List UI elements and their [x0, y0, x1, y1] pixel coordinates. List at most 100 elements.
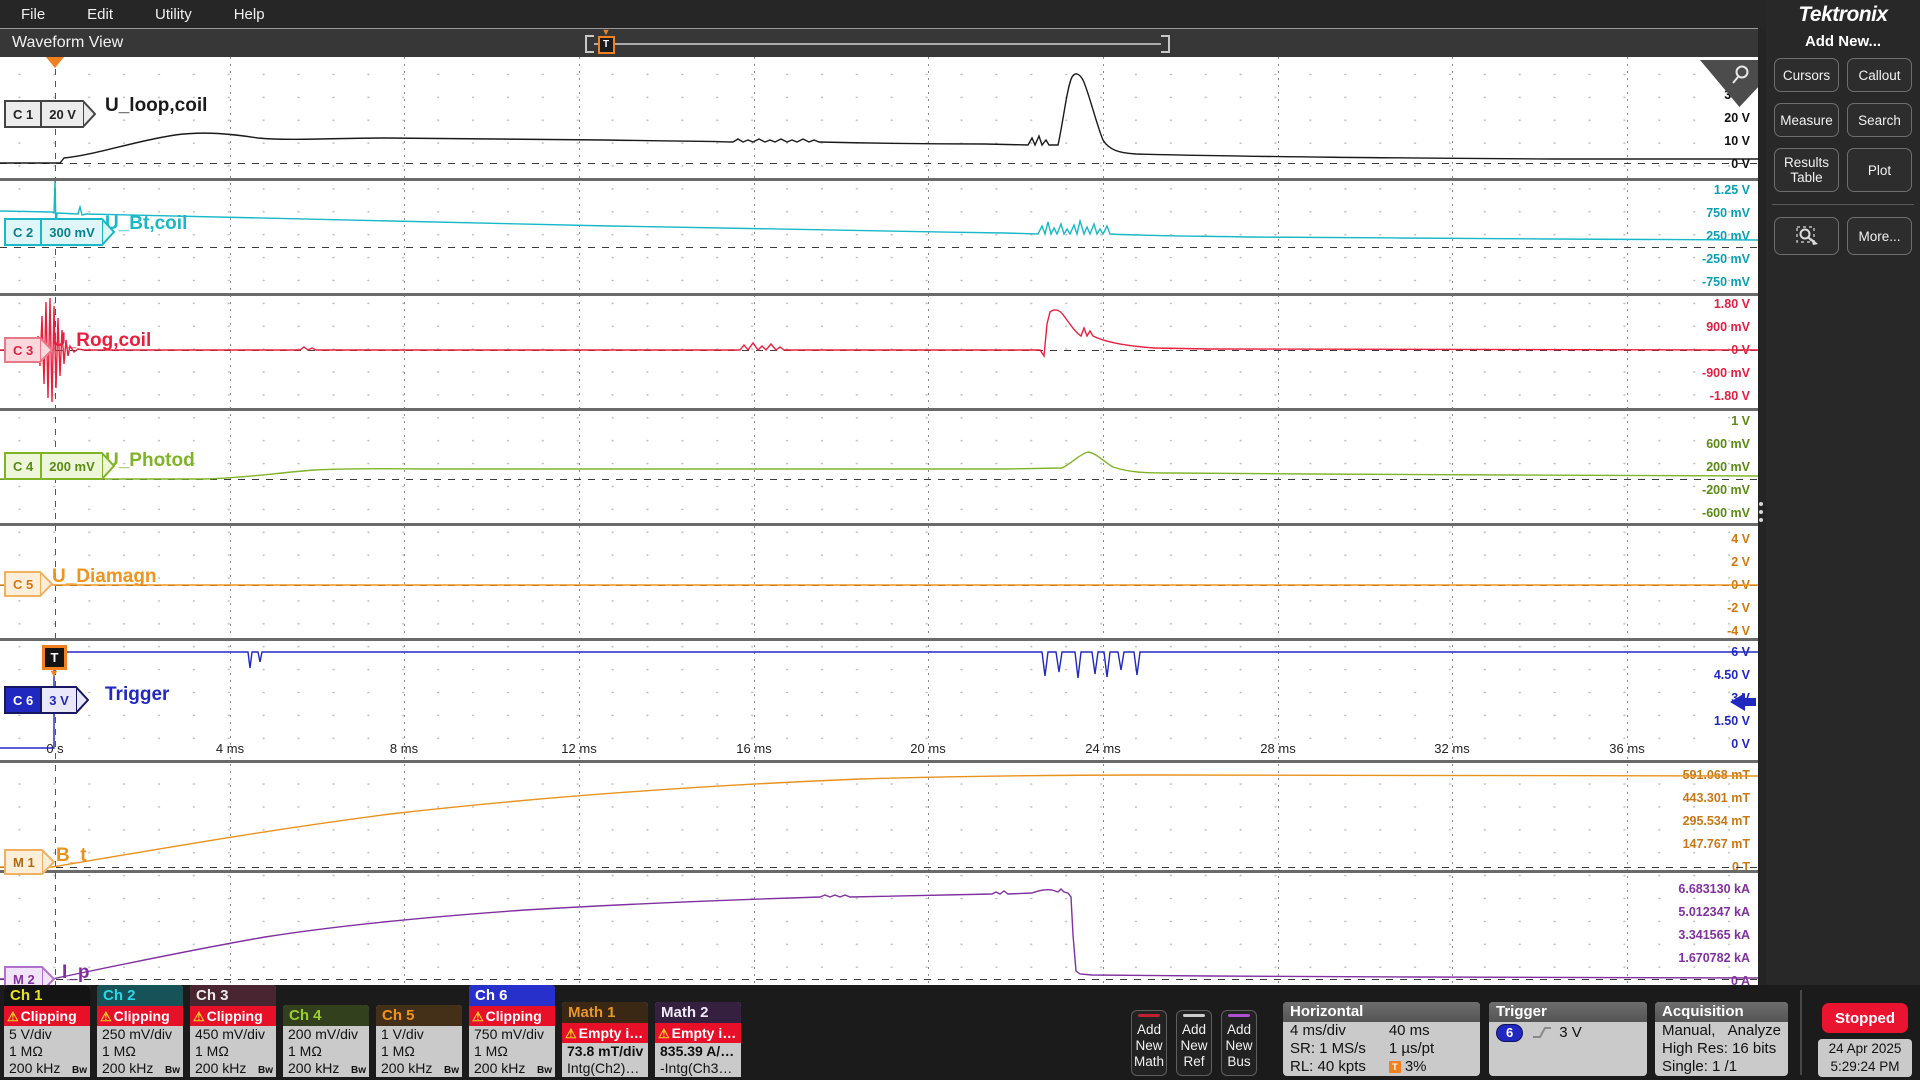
- trigger-marker-pointer: ▼: [42, 670, 66, 678]
- oscilloscope-app: File Edit Utility Help Waveform View ▼ T: [0, 0, 1920, 1080]
- channel-tabs: Ch 1 ⚠Clipping 5 V/div 1 MΩ 200 kHzBw Ch…: [4, 985, 741, 1077]
- lane-divider[interactable]: [0, 760, 1758, 763]
- clipping-alert: ⚠Clipping: [190, 1006, 276, 1026]
- graticule[interactable]: 30 V 20 V 10 V 0 V 1.25 V 750 mV 250 mV …: [0, 57, 1758, 985]
- menu-edit[interactable]: Edit: [66, 6, 134, 23]
- horizontal-length: 40 ms: [1389, 1022, 1473, 1040]
- add-new-math-button[interactable]: Add New Math: [1131, 1010, 1167, 1076]
- badge-arrow: [42, 849, 55, 875]
- math1-badge[interactable]: M 1: [4, 849, 55, 875]
- math2-trace[interactable]: [0, 873, 1758, 985]
- callout-button[interactable]: Callout: [1847, 58, 1912, 92]
- ch4-badge[interactable]: C 4 200 mV: [4, 452, 115, 480]
- record-left-bracket[interactable]: [585, 35, 594, 53]
- badge-arrow: [76, 686, 89, 714]
- lane-divider[interactable]: [0, 293, 1758, 296]
- channel-tab-ch6[interactable]: Ch 6 ⚠Clipping 750 mV/div 1 MΩ 200 kHzBw: [469, 985, 555, 1077]
- search-button[interactable]: Search: [1847, 103, 1912, 137]
- trigger-position-marker[interactable]: [46, 57, 64, 68]
- channel-tab-ch5[interactable]: Ch 5 1 V/div 1 MΩ 200 kHzBw: [376, 1005, 462, 1077]
- zoom-select-icon: [1794, 224, 1820, 248]
- run-state-badge[interactable]: Stopped: [1822, 1003, 1908, 1033]
- ch1-badge[interactable]: C 1 20 V: [4, 100, 96, 128]
- tab-header[interactable]: Ch 5: [376, 1005, 462, 1026]
- record-view-bar[interactable]: ▼ T: [585, 35, 1170, 53]
- panel-resize-grip[interactable]: [1759, 498, 1763, 526]
- tab-header[interactable]: Math 1: [562, 1002, 648, 1023]
- tab-header[interactable]: Ch 3: [190, 985, 276, 1006]
- ch1-trace[interactable]: [0, 57, 1758, 178]
- trigger-position-percent: 3%: [1405, 1058, 1427, 1076]
- horizontal-panel[interactable]: Horizontal 4 ms/div40 ms SR: 1 MS/s1 µs/…: [1283, 1002, 1480, 1076]
- lane-divider[interactable]: [0, 870, 1758, 873]
- tab-header[interactable]: Math 2: [655, 1002, 741, 1023]
- right-panel: Tektronix Add New... Cursors Callout Mea…: [1766, 0, 1920, 985]
- ch6-trace[interactable]: [0, 641, 1758, 760]
- scale-row: 5 V/div: [4, 1026, 90, 1043]
- channel-tab-ch3[interactable]: Ch 3 ⚠Clipping 450 mV/div 1 MΩ 200 kHzBw: [190, 985, 276, 1077]
- badge-arrow: [40, 337, 53, 363]
- menu-help[interactable]: Help: [213, 6, 286, 23]
- menu-utility[interactable]: Utility: [134, 6, 213, 23]
- math2-tab[interactable]: Math 2 ⚠Empty i… 835.39 A/… -Intg(Ch3…: [655, 1002, 741, 1077]
- badge-arrow: [42, 966, 55, 985]
- acquisition-panel[interactable]: Acquisition Manual,Analyze High Res: 16 …: [1655, 1002, 1788, 1076]
- ch5-trace[interactable]: [0, 526, 1758, 638]
- impedance-row: 1 MΩ: [4, 1043, 90, 1060]
- math2-lane: 6.683130 kA 5.012347 kA 3.341565 kA 1.67…: [0, 873, 1758, 985]
- trigger-level-arrow[interactable]: [1730, 693, 1756, 711]
- trigger-source-badge: 6: [1496, 1024, 1523, 1042]
- zoom-select-button[interactable]: [1774, 217, 1839, 255]
- measure-button[interactable]: Measure: [1774, 103, 1839, 137]
- math1-tab[interactable]: Math 1 ⚠Empty i… 73.8 mT/div Intg(Ch2)…: [562, 1002, 648, 1077]
- ch3-lane: 1.80 V 900 mV 0 V -900 mV -1.80 V: [0, 296, 1758, 408]
- tab-header[interactable]: Ch 1: [4, 985, 90, 1006]
- lane-divider[interactable]: [0, 638, 1758, 641]
- record-line: [594, 43, 1161, 45]
- impedance-row: 1 MΩ: [283, 1043, 369, 1060]
- record-trigger-marker[interactable]: ▼ T: [597, 29, 615, 54]
- acquisition-panel-title: Acquisition: [1655, 1002, 1788, 1022]
- more-button[interactable]: More...: [1847, 217, 1912, 255]
- scale-row: 73.8 mT/div: [562, 1043, 648, 1060]
- add-new-ref-button[interactable]: Add New Ref: [1176, 1010, 1212, 1076]
- tab-header[interactable]: Ch 2: [97, 985, 183, 1006]
- ch3-badge[interactable]: C 3: [4, 337, 53, 363]
- trigger-panel[interactable]: Trigger 6 3 V: [1489, 1002, 1647, 1076]
- bottom-bar: Ch 1 ⚠Clipping 5 V/div 1 MΩ 200 kHzBw Ch…: [0, 985, 1920, 1080]
- results-table-button[interactable]: Results Table: [1774, 148, 1839, 192]
- sample-rate: SR: 1 MS/s: [1290, 1040, 1366, 1058]
- ch3-trace[interactable]: [0, 296, 1758, 408]
- badge-arrow: [102, 452, 115, 480]
- clipping-alert: ⚠Clipping: [97, 1006, 183, 1026]
- plot-button[interactable]: Plot: [1847, 148, 1912, 192]
- lane-divider[interactable]: [0, 178, 1758, 181]
- lane-divider[interactable]: [0, 408, 1758, 411]
- ch2-trace[interactable]: [0, 181, 1758, 293]
- math1-trace[interactable]: [0, 763, 1758, 870]
- ch4-trace[interactable]: [0, 411, 1758, 523]
- add-new-bus-button[interactable]: Add New Bus: [1221, 1010, 1257, 1076]
- math2-badge[interactable]: M 2: [4, 966, 55, 985]
- ch5-lane: 4 V 2 V 0 V -2 V -4 V: [0, 526, 1758, 638]
- trigger-marker[interactable]: T ▼: [42, 645, 66, 678]
- badge-arrow: [83, 100, 96, 128]
- channel-tab-ch2[interactable]: Ch 2 ⚠Clipping 250 mV/div 1 MΩ 200 kHzBw: [97, 985, 183, 1077]
- record-length: RL: 40 kpts: [1290, 1058, 1366, 1076]
- ch2-badge[interactable]: C 2 300 mV: [4, 218, 115, 246]
- tab-header[interactable]: Ch 4: [283, 1005, 369, 1026]
- record-right-bracket[interactable]: [1161, 35, 1170, 53]
- time: 5:29:24 PM: [1818, 1058, 1912, 1076]
- cursors-button[interactable]: Cursors: [1774, 58, 1839, 92]
- menu-file[interactable]: File: [0, 6, 66, 23]
- tab-header[interactable]: Ch 6: [469, 985, 555, 1006]
- channel-tab-ch1[interactable]: Ch 1 ⚠Clipping 5 V/div 1 MΩ 200 kHzBw: [4, 985, 90, 1077]
- channel-tab-ch4[interactable]: Ch 4 200 mV/div 1 MΩ 200 kHzBw: [283, 1005, 369, 1077]
- ch6-badge[interactable]: C 6 3 V: [4, 686, 89, 714]
- warning-icon: ⚠: [658, 1026, 670, 1041]
- lane-divider[interactable]: [0, 523, 1758, 526]
- bandwidth-row: 200 kHzBw: [376, 1060, 462, 1077]
- add-new-title: Add New...: [1766, 33, 1920, 50]
- ch5-badge[interactable]: C 5: [4, 571, 53, 597]
- trigger-position-triangle: ▼: [597, 29, 615, 36]
